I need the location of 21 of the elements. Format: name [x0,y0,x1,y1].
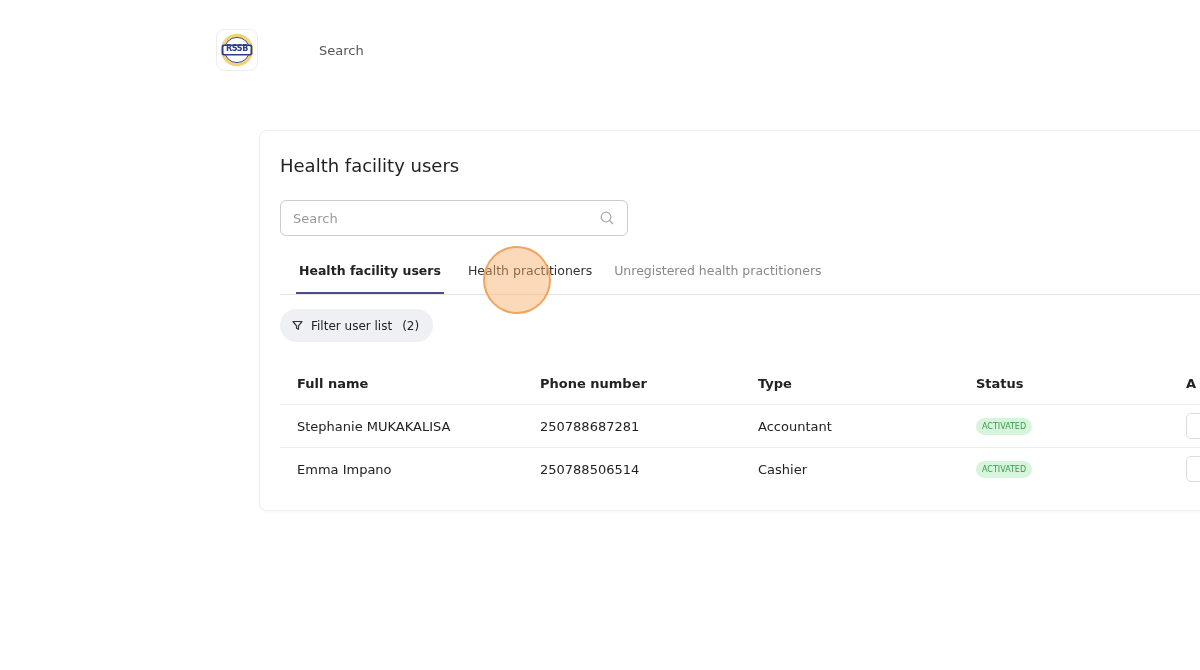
column-header: A [1186,375,1198,391]
search-link[interactable]: Search [319,42,364,58]
status-badge: ACTIVATED [976,461,1033,478]
tab[interactable]: Health facility users [296,250,444,294]
column-header: Status [976,375,1025,391]
table-cell-text: Emma Impano [297,461,393,477]
filter-button[interactable]: Filter user list (2) [280,309,434,342]
table-cell-text: 250788506514 [540,461,641,477]
search-field[interactable]: Search [280,200,628,236]
card-title: Health facility users [280,155,461,176]
filter-icon [292,320,303,331]
tab[interactable]: Unregistered health practitioners [614,250,822,294]
column-header: Phone number [540,375,648,391]
column-header: Full name [297,375,370,391]
table-cell-text: Accountant [758,418,833,434]
status-badge: ACTIVATED [976,418,1033,435]
table-cell-text: Stephanie MUKAKALISA [297,418,452,434]
table-cell-text: Cashier [758,461,808,477]
table-cell-text: 250788687281 [540,418,641,434]
search-icon [600,211,614,225]
column-header: Type [758,375,793,391]
